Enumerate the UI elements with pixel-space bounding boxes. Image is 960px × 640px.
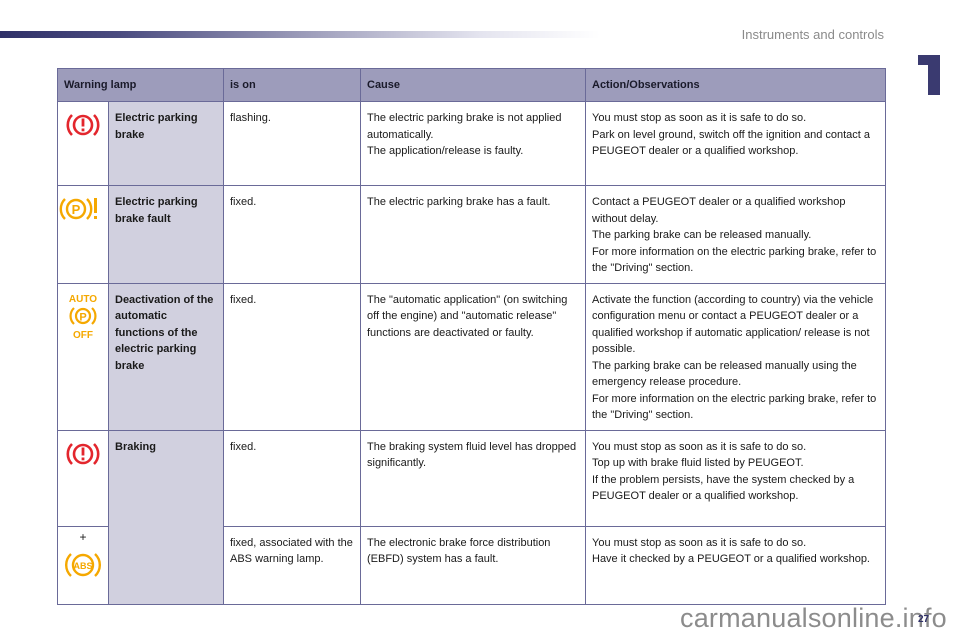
action-line: Contact a PEUGEOT dealer or a qualified … (592, 196, 846, 225)
lamp-name: Deactivation of the automatic functions … (108, 282, 224, 431)
action-line: Activate the function (according to coun… (592, 293, 874, 356)
action-line: You must stop as soon as it is safe to d… (592, 440, 807, 453)
parking-brake-fault-icon: P (59, 198, 97, 220)
page-number: 27 (918, 614, 930, 625)
cause-line: The application/release is faulty. (367, 145, 524, 157)
action-line: Park on level ground, switch off the ign… (592, 128, 871, 158)
lamp-cause: The braking system fluid level has dropp… (360, 429, 586, 527)
section-title: Instruments and controls (741, 27, 884, 42)
cause-line: The "automatic application" (on switchin… (367, 293, 568, 339)
lamp-cause: The "automatic application" (on switchin… (360, 282, 586, 431)
action-line: The parking brake can be released manual… (592, 229, 812, 241)
brake-warning-icon (66, 442, 100, 465)
action-line: Top up with brake fluid listed by PEUGEO… (592, 457, 804, 469)
lamp-icon-cell (57, 101, 109, 186)
action-line: The parking brake can be released manual… (592, 359, 857, 389)
action-line: For more information on the electric par… (592, 245, 877, 275)
lamp-icon-cell: AUTO P OFF (57, 282, 109, 431)
svg-text:P: P (79, 311, 86, 323)
abs-label: ABS (73, 561, 92, 571)
table-row: P Electric parking brake fault fixed. Th… (57, 185, 886, 284)
lamp-cause: The electric parking brake has a fault. (360, 185, 586, 284)
action-line: You must stop as soon as it is safe to d… (592, 536, 807, 549)
lamp-name: Braking (108, 429, 224, 605)
off-label: OFF (73, 330, 93, 340)
lamp-icon-cell: + ABS (57, 525, 109, 605)
svg-text:P: P (72, 202, 81, 217)
lamp-icon-cell (57, 429, 109, 527)
lamp-name: Electric parking brake (108, 101, 224, 186)
abs-icon: ABS (65, 552, 101, 577)
lamp-name: Electric parking brake fault (108, 185, 224, 284)
cause-line: The electric parking brake has a fault. (367, 196, 551, 208)
chapter-number-mark (918, 55, 940, 95)
cause-line: The braking system fluid level has dropp… (367, 440, 577, 470)
lamp-is-on: fixed, associated with the ABS warning l… (223, 525, 361, 605)
lamp-is-on: fixed. (223, 185, 361, 284)
lamp-is-on: fixed. (223, 429, 361, 527)
action-line: You must stop as soon as it is safe to d… (592, 112, 807, 124)
column-header-action: Action/Observations (585, 68, 886, 102)
plus-sign: + (79, 529, 87, 544)
lamp-action: You must stop as soon as it is safe to d… (585, 101, 886, 186)
cause-line: The electronic brake force distribution … (367, 536, 551, 566)
table-row: Braking fixed. The braking system fluid … (57, 429, 886, 605)
lamp-action: You must stop as soon as it is safe to d… (585, 429, 886, 527)
lamp-is-on: fixed. (223, 282, 361, 431)
action-line: If the problem persists, have the system… (592, 473, 855, 503)
lamp-action: You must stop as soon as it is safe to d… (585, 525, 886, 605)
action-line: For more information on the electric par… (592, 392, 877, 422)
cause-line: The electric parking brake is not applie… (367, 112, 562, 141)
warning-lamps-table: Warning lamp is on Cause Action/Observat… (57, 68, 886, 605)
column-header-cause: Cause (360, 68, 586, 102)
table-row: AUTO P OFF Deactivation of the automatic… (57, 282, 886, 431)
brake-warning-icon (66, 114, 100, 136)
table-header-row: Warning lamp is on Cause Action/Observat… (57, 68, 886, 102)
header-gradient-bar (0, 31, 600, 38)
auto-label: AUTO (69, 294, 97, 305)
lamp-action: Contact a PEUGEOT dealer or a qualified … (585, 185, 886, 284)
watermark-text: carmanualsonline.info (680, 603, 947, 633)
action-line: Have it checked by a PEUGEOT or a qualif… (592, 553, 870, 565)
lamp-is-on: flashing. (223, 101, 361, 186)
lamp-icon-cell: P (57, 185, 109, 284)
lamp-cause: The electronic brake force distribution … (360, 525, 586, 605)
lamp-action: Activate the function (according to coun… (585, 282, 886, 431)
lamp-cause: The electric parking brake is not applie… (360, 101, 586, 186)
column-header-is-on: is on (223, 68, 361, 102)
table-row: Electric parking brake flashing. The ele… (57, 101, 886, 186)
auto-parking-off-icon: AUTO P OFF (69, 294, 97, 341)
column-header-warning-lamp: Warning lamp (57, 68, 224, 102)
